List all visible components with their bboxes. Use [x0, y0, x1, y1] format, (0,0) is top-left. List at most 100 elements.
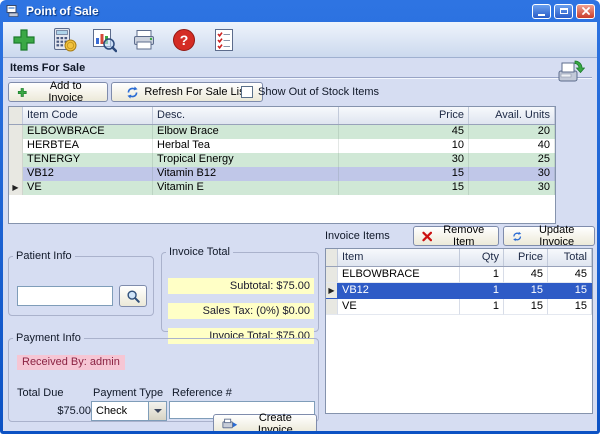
- minimize-icon: [538, 14, 545, 16]
- row-selector[interactable]: ▶: [326, 283, 338, 299]
- cell[interactable]: Vitamin B12: [153, 167, 339, 181]
- maximize-button[interactable]: [554, 4, 573, 19]
- add-to-invoice-button[interactable]: Add to Invoice: [8, 82, 108, 102]
- cell[interactable]: 30: [469, 181, 555, 195]
- column-header-qty[interactable]: Qty: [460, 249, 504, 266]
- patient-search-button[interactable]: [119, 285, 147, 307]
- row-selector[interactable]: ▶: [9, 181, 23, 195]
- column-header-item[interactable]: Item: [338, 249, 460, 266]
- cell[interactable]: 1: [460, 299, 504, 315]
- close-icon: [582, 7, 590, 15]
- row-selector[interactable]: [326, 267, 338, 283]
- items-for-sale-section-title: Items For Sale: [10, 62, 85, 74]
- cell[interactable]: 45: [339, 125, 469, 139]
- cell[interactable]: 1: [460, 283, 504, 299]
- cell[interactable]: 15: [548, 283, 592, 299]
- patient-search-input[interactable]: [17, 286, 113, 306]
- cell[interactable]: 15: [504, 299, 548, 315]
- minimize-button[interactable]: [532, 4, 551, 19]
- table-row[interactable]: ▶VB1211515: [326, 283, 592, 299]
- column-header-avail-units[interactable]: Avail. Units: [469, 107, 555, 124]
- column-header-item-code[interactable]: Item Code: [23, 107, 153, 124]
- print-icon: [131, 27, 157, 53]
- cell[interactable]: 45: [504, 267, 548, 283]
- toolbar-reports-button[interactable]: [89, 25, 119, 55]
- create-invoice-button[interactable]: Create Invoice: [213, 414, 317, 431]
- cell[interactable]: VE: [338, 299, 460, 315]
- row-selector[interactable]: [9, 139, 23, 153]
- cell[interactable]: ELBOWBRACE: [338, 267, 460, 283]
- grid-gutter-header: [9, 107, 23, 124]
- cell[interactable]: VB12: [338, 283, 460, 299]
- toolbar-print-button[interactable]: [129, 25, 159, 55]
- total-due-label: Total Due: [17, 387, 63, 400]
- toolbar-checklist-button[interactable]: [209, 25, 239, 55]
- row-selector[interactable]: [9, 167, 23, 181]
- table-row[interactable]: VE11515: [326, 299, 592, 315]
- column-header-total[interactable]: Total: [548, 249, 592, 266]
- update-invoice-button[interactable]: Update Invoice: [503, 226, 595, 246]
- cell[interactable]: 20: [469, 125, 555, 139]
- cell[interactable]: HERBTEA: [23, 139, 153, 153]
- cell[interactable]: 45: [548, 267, 592, 283]
- table-row[interactable]: ▶VEVitamin E1530: [9, 181, 555, 195]
- cell[interactable]: 40: [469, 139, 555, 153]
- maximize-icon: [560, 8, 568, 14]
- remove-item-label: Remove Item: [437, 224, 490, 248]
- toolbar-help-button[interactable]: ?: [169, 25, 199, 55]
- add-icon: [17, 87, 28, 98]
- reference-label: Reference #: [172, 387, 232, 400]
- toolbar-calculator-button[interactable]: [49, 25, 79, 55]
- items-grid-header: Item CodeDesc.PriceAvail. Units: [9, 107, 555, 125]
- cell[interactable]: 25: [469, 153, 555, 167]
- column-header-price[interactable]: Price: [339, 107, 469, 124]
- show-out-of-stock-checkbox[interactable]: [241, 86, 253, 98]
- cell[interactable]: 30: [339, 153, 469, 167]
- payment-type-dropdown-button[interactable]: [148, 402, 166, 420]
- invoice-total-title: Invoice Total: [166, 246, 233, 258]
- table-row[interactable]: HERBTEAHerbal Tea1040: [9, 139, 555, 153]
- table-row[interactable]: VB12Vitamin B121530: [9, 167, 555, 181]
- table-row[interactable]: ELBOWBRACE14545: [326, 267, 592, 283]
- cell[interactable]: Tropical Energy: [153, 153, 339, 167]
- invoice-grid-header: ItemQtyPriceTotal: [326, 249, 592, 267]
- items-for-sale-grid: Item CodeDesc.PriceAvail. Units ELBOWBRA…: [8, 106, 556, 224]
- cell[interactable]: Elbow Brace: [153, 125, 339, 139]
- subtotal-line: Subtotal: $75.00: [168, 278, 314, 294]
- cell[interactable]: 30: [469, 167, 555, 181]
- cell[interactable]: 1: [460, 267, 504, 283]
- cell[interactable]: ELBOWBRACE: [23, 125, 153, 139]
- row-selector[interactable]: [326, 299, 338, 315]
- app-icon: [6, 4, 21, 18]
- row-selector[interactable]: [9, 153, 23, 167]
- cell[interactable]: 15: [339, 167, 469, 181]
- svg-text:?: ?: [180, 32, 189, 48]
- cell[interactable]: Herbal Tea: [153, 139, 339, 153]
- payment-type-select[interactable]: Check: [91, 401, 167, 421]
- cell[interactable]: 15: [548, 299, 592, 315]
- row-selector[interactable]: [9, 125, 23, 139]
- table-row[interactable]: ELBOWBRACEElbow Brace4520: [9, 125, 555, 139]
- cell[interactable]: VB12: [23, 167, 153, 181]
- cell[interactable]: 10: [339, 139, 469, 153]
- cell[interactable]: VE: [23, 181, 153, 195]
- column-header-price[interactable]: Price: [504, 249, 548, 266]
- cell[interactable]: Vitamin E: [153, 181, 339, 195]
- payment-type-label: Payment Type: [93, 387, 163, 400]
- toolbar-add-button[interactable]: [9, 25, 39, 55]
- window-body: ? Items For Sale: [3, 22, 597, 431]
- close-button[interactable]: [576, 4, 595, 19]
- pos-window: Point of Sale: [0, 0, 600, 434]
- column-header-desc-[interactable]: Desc.: [153, 107, 339, 124]
- cell[interactable]: TENERGY: [23, 153, 153, 167]
- update-invoice-label: Update Invoice: [527, 224, 586, 248]
- table-row[interactable]: TENERGYTropical Energy3025: [9, 153, 555, 167]
- chart-search-icon: [91, 27, 117, 53]
- payment-info-title: Payment Info: [13, 332, 84, 344]
- chevron-down-icon: [154, 409, 162, 413]
- add-icon: [11, 27, 37, 53]
- cell[interactable]: 15: [504, 283, 548, 299]
- remove-item-button[interactable]: Remove Item: [413, 226, 499, 246]
- cell[interactable]: 15: [339, 181, 469, 195]
- refresh-icon: [126, 86, 139, 99]
